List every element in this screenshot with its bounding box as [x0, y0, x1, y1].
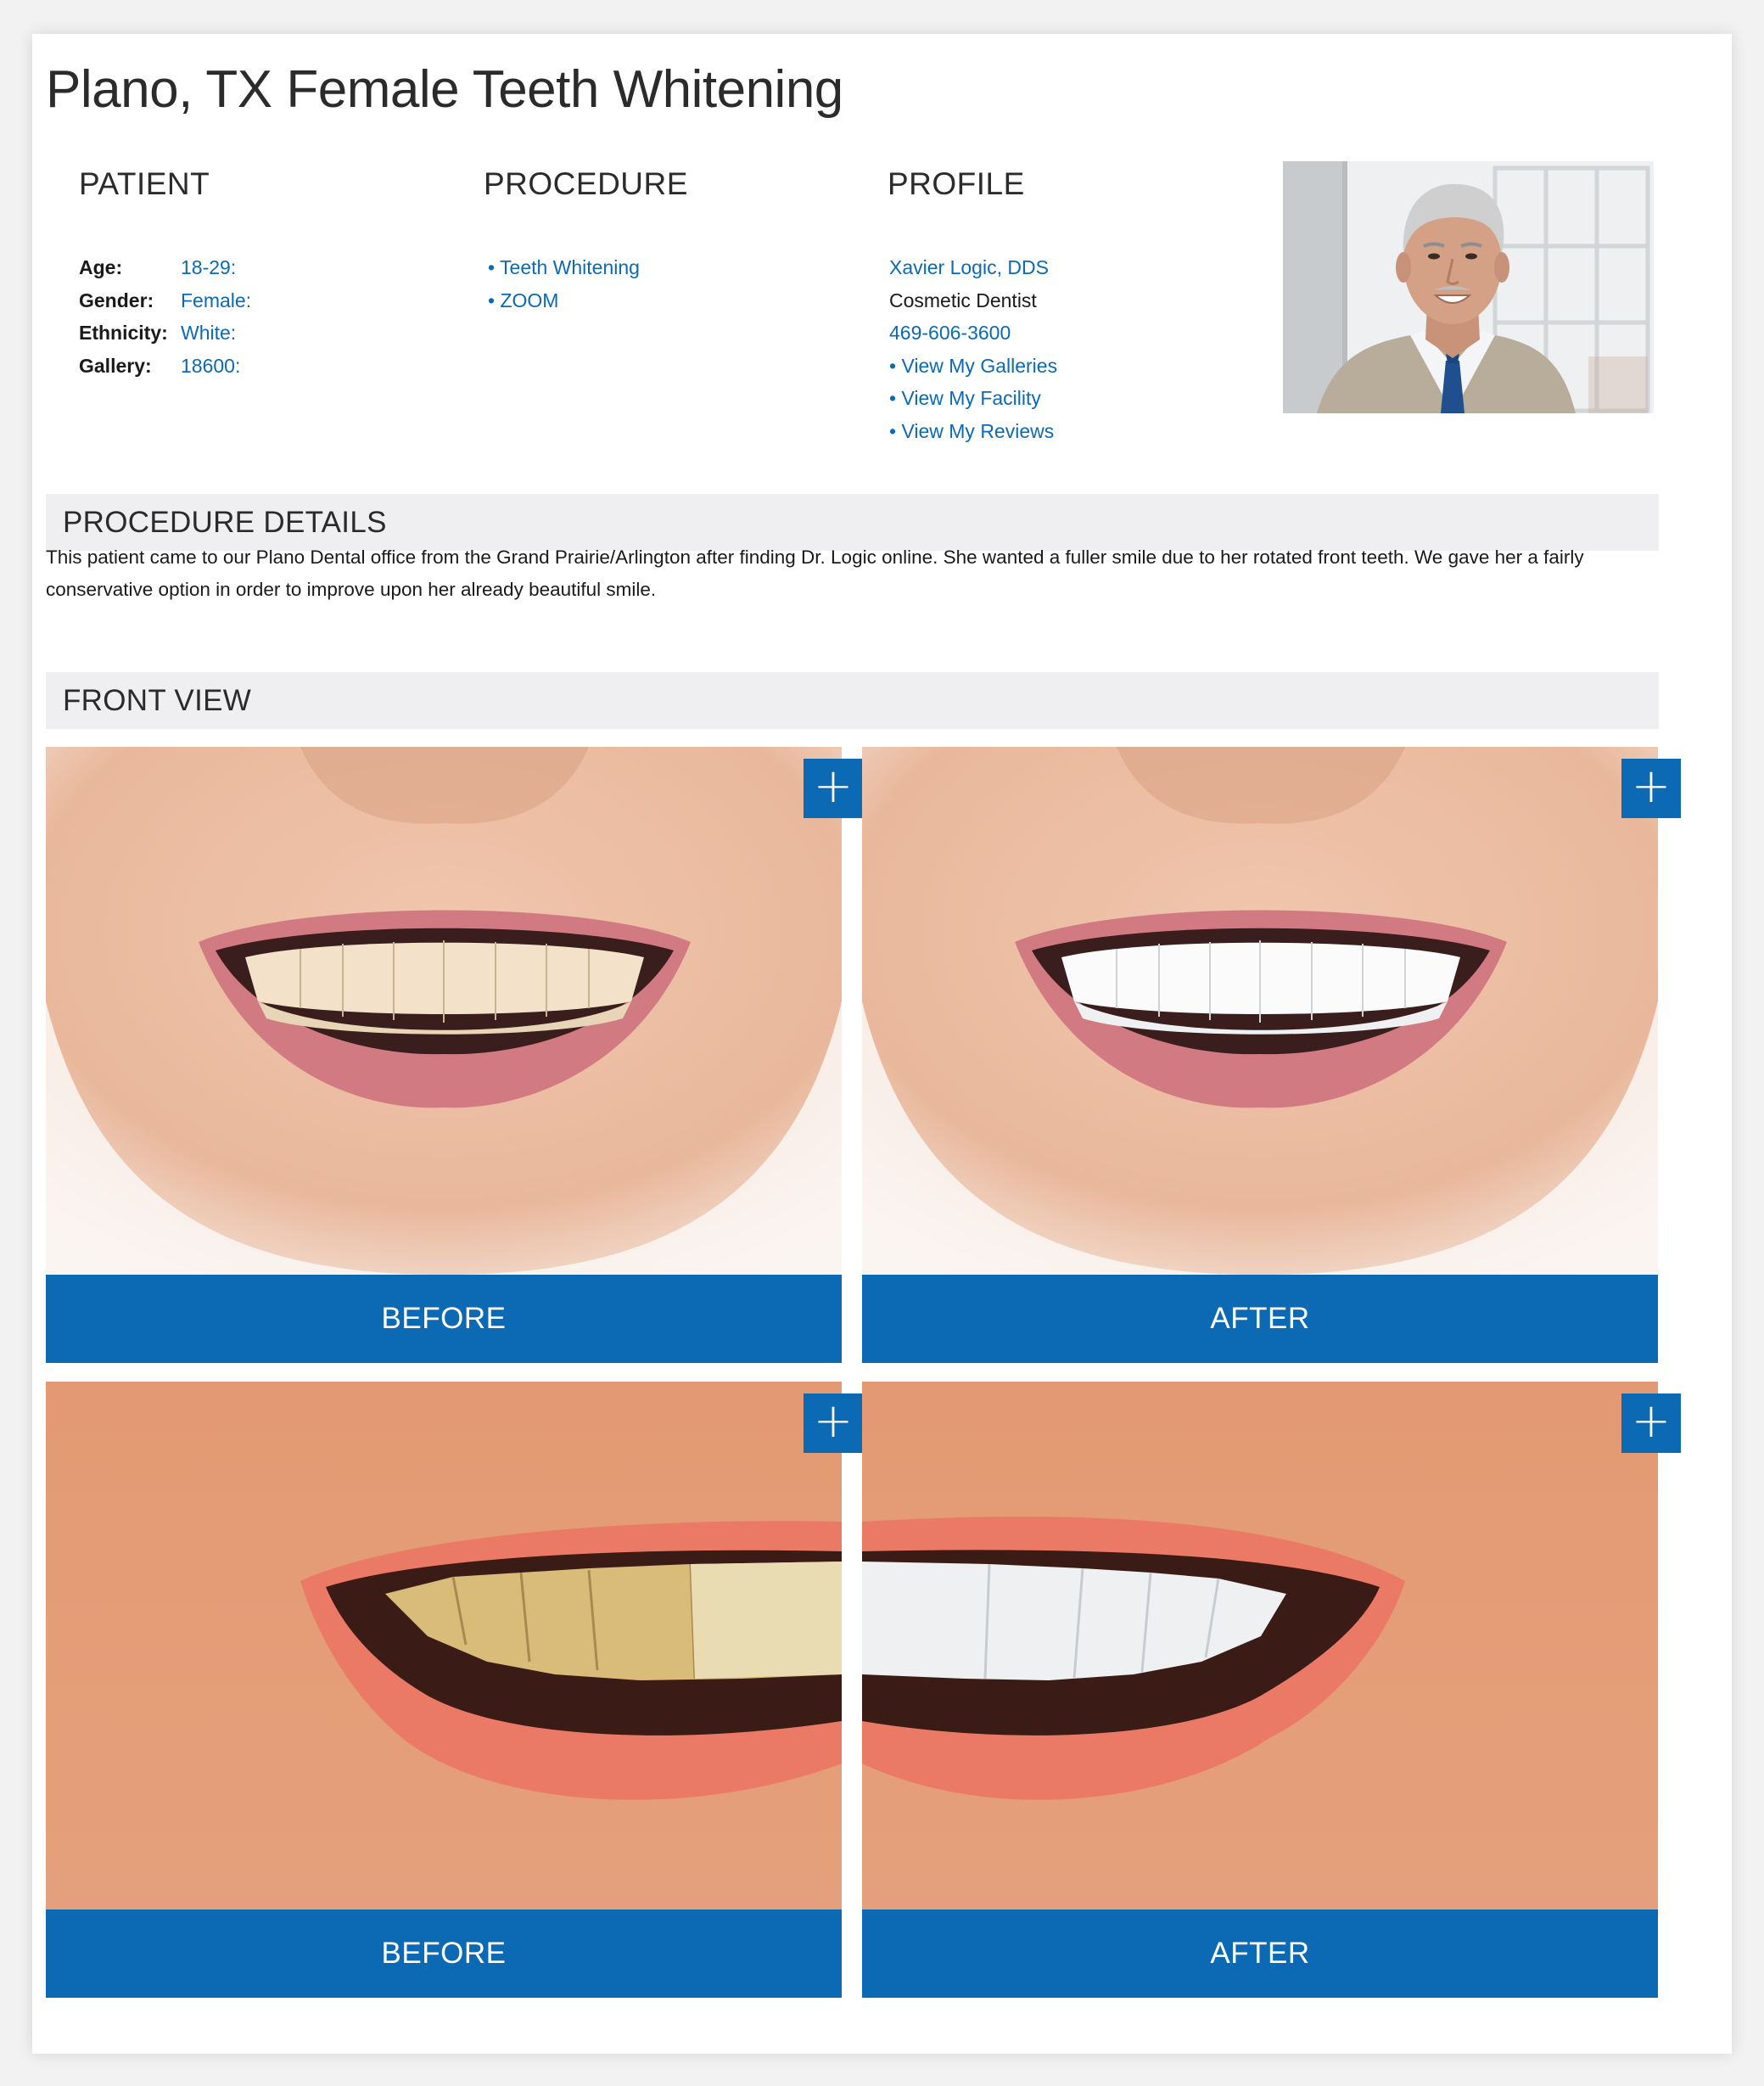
age-label: Age:	[79, 256, 123, 278]
before-caption-1[interactable]: BEFORE	[46, 1275, 842, 1363]
patient-info: Age: 18-29: Gender: Female: Ethnicity: W…	[79, 251, 418, 387]
plus-icon: +	[1631, 759, 1672, 814]
ethnicity-value[interactable]: White:	[181, 317, 236, 349]
plus-icon: +	[813, 1393, 854, 1449]
smile-front-before-image	[46, 747, 842, 1275]
page-title: Plano, TX Female Teeth Whitening	[46, 60, 843, 119]
front-view-bar: FRONT VIEW	[46, 672, 1659, 729]
zoom-button-after-2[interactable]: +	[1621, 1393, 1681, 1453]
ethnicity-label: Ethnicity:	[79, 322, 168, 344]
smile-front-after-image	[862, 747, 1658, 1275]
procedure-item-teeth-whitening[interactable]: • Teeth Whitening	[488, 251, 640, 284]
age-value[interactable]: 18-29:	[181, 251, 236, 283]
smile-closeup-before-image	[46, 1382, 842, 1909]
view-facility-link[interactable]: • View My Facility	[889, 382, 1057, 415]
after-caption-2[interactable]: AFTER	[862, 1909, 1658, 1998]
before-photo-2[interactable]	[46, 1382, 842, 1909]
profile-list: Xavier Logic, DDS Cosmetic Dentist 469-6…	[889, 251, 1057, 447]
gender-label: Gender:	[79, 289, 154, 311]
doctor-specialty: Cosmetic Dentist	[889, 289, 1037, 311]
doctor-name-link[interactable]: Xavier Logic, DDS	[889, 251, 1057, 284]
after-photo-2[interactable]	[862, 1382, 1658, 1909]
before-caption-2[interactable]: BEFORE	[46, 1909, 842, 1998]
procedure-item-zoom[interactable]: • ZOOM	[488, 284, 640, 317]
view-reviews-link[interactable]: • View My Reviews	[889, 415, 1057, 448]
procedure-heading: PROCEDURE	[484, 166, 688, 201]
procedure-details-heading: PROCEDURE DETAILS	[63, 506, 387, 539]
procedure-list: • Teeth Whitening • ZOOM	[488, 251, 640, 317]
gallery-value[interactable]: 18600:	[181, 350, 240, 382]
zoom-button-before-1[interactable]: +	[804, 759, 863, 818]
patient-heading: PATIENT	[79, 166, 210, 201]
gender-value[interactable]: Female:	[181, 284, 251, 317]
zoom-button-after-1[interactable]: +	[1621, 759, 1681, 818]
procedure-details-text: This patient came to our Plano Dental of…	[46, 547, 1584, 600]
doctor-phone-link[interactable]: 469-606-3600	[889, 317, 1057, 350]
after-photo-1[interactable]	[862, 747, 1658, 1275]
view-galleries-link[interactable]: • View My Galleries	[889, 350, 1057, 383]
doctor-photo	[1283, 161, 1654, 413]
plus-icon: +	[1631, 1393, 1672, 1449]
doctor-portrait-illustration	[1283, 161, 1654, 413]
gallery-label: Gallery:	[79, 354, 152, 377]
smile-closeup-after-image	[862, 1382, 1658, 1909]
before-photo-1[interactable]	[46, 747, 842, 1275]
profile-heading: PROFILE	[888, 166, 1025, 201]
front-view-heading: FRONT VIEW	[63, 684, 252, 717]
zoom-button-before-2[interactable]: +	[804, 1393, 863, 1453]
after-caption-1[interactable]: AFTER	[862, 1275, 1658, 1363]
plus-icon: +	[813, 759, 854, 814]
